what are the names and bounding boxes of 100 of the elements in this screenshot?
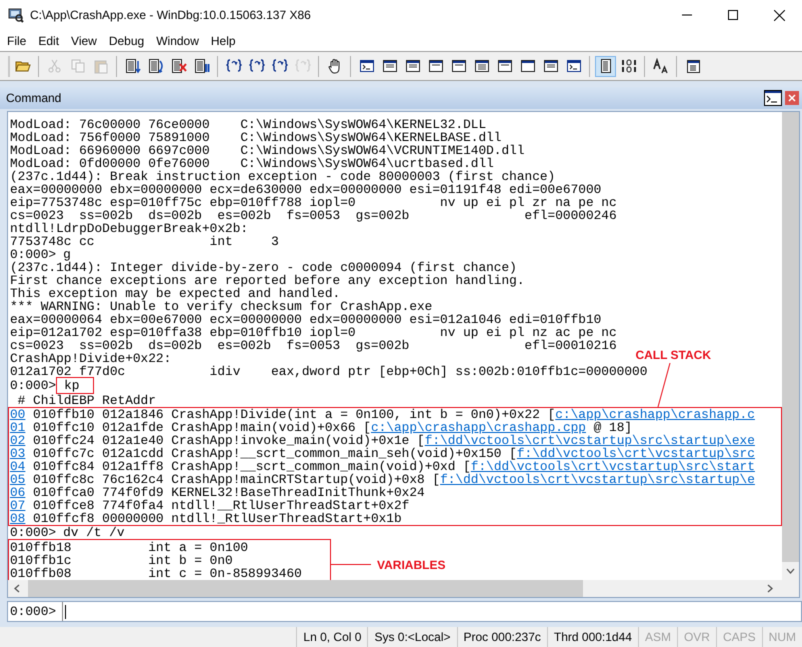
app-icon	[8, 7, 24, 23]
frame-text: 010ffc24 012a1e40 CrashApp!invoke_main(void)+0x1e [	[33, 433, 425, 448]
frame-text: 010ffc84 012a1ff8 CrashApp!__scrt_common_main(void)+0xd [	[33, 459, 471, 474]
pane-title: Command	[6, 91, 62, 105]
output-line: CrashApp!Divide+0x22:	[10, 352, 172, 365]
output-line: First chance exceptions are reported before any exception handling.	[10, 274, 525, 287]
frame-number-link[interactable]: 08	[10, 511, 26, 526]
console-icon[interactable]	[764, 90, 782, 106]
output-line: This exception may be expected and handled.	[10, 287, 340, 300]
source-link[interactable]: f:\dd\vctools\crt\vcstartup\src\startup\e	[440, 472, 755, 487]
close-icon	[774, 10, 784, 20]
window-icon	[474, 58, 490, 74]
window-icon	[542, 58, 558, 74]
toolbar-button[interactable]	[595, 56, 616, 76]
binary-digits-icon	[620, 58, 636, 74]
frame-text: @ 18]	[594, 420, 632, 435]
status-field: OVR	[676, 627, 716, 647]
window-title: C:\App\CrashApp.exe - WinDbg:10.0.15063.137 X86	[30, 8, 311, 22]
source-link[interactable]: f:\dd\vctools\crt\vcstartup\src\startup\exe	[424, 433, 755, 448]
document-arrows-icon	[148, 58, 164, 74]
output-line: 7753748c cc int 3	[10, 235, 279, 248]
status-field: Proc 000:237c	[456, 627, 547, 647]
frame-text: 010ffce8 774f0fa4 ntdll!__RtlUserThreadStart+0x2f	[33, 498, 410, 513]
output-line: ModLoad: 0fd00000 0fe76000 C:\Windows\SysWOW64\ucrtbased.dll	[10, 157, 494, 170]
window-icon	[520, 58, 536, 74]
scissors-icon	[46, 58, 62, 74]
prompt: 0:000>	[10, 247, 56, 262]
frame-text: 010ffb10 012a1846 CrashApp!Divide(int a = 0n100, int b = 0n0)+0x22 [	[33, 407, 556, 422]
variable-line: 010ffb18 int a = 0n100	[10, 541, 248, 554]
command-text: dv /t /v	[62, 525, 126, 540]
variable-line: 010ffb08 int c = 0n-858993460	[10, 567, 302, 580]
maximize-icon	[728, 10, 738, 20]
command-text: kp	[56, 377, 94, 394]
status-field: Sys 0:<Local>	[367, 627, 456, 647]
braces-arrow-icon	[226, 58, 242, 74]
window-icon	[428, 58, 444, 74]
menu-item[interactable]: Debug	[104, 34, 150, 48]
output-line: eip=7753748c esp=010ff75c ebp=010ff788 iopl=0 nv up ei pl zr na pe nc	[10, 196, 617, 209]
window-icon	[404, 58, 420, 74]
window-icon	[382, 58, 398, 74]
menu-item[interactable]: Edit	[33, 34, 64, 48]
copy-icon	[70, 58, 86, 74]
status-field: Ln 0, Col 0	[296, 627, 368, 647]
horizontal-scrollbar[interactable]	[8, 580, 799, 597]
output-line: (237c.1d44): Break instruction exception - code 80000003 (first chance)	[10, 170, 556, 183]
status-field: Thrd 000:1d44	[546, 627, 638, 647]
frame-number-link[interactable]: 04	[10, 459, 26, 474]
output-line: ModLoad: 76c00000 76ce0000 C:\Windows\SysWOW64\KERNEL32.DLL	[10, 118, 486, 131]
menu-item[interactable]: File	[2, 34, 32, 48]
output-line: eax=00000000 ebx=00000000 ecx=de630000 edx=00000000 esi=01191f48 edi=00e67000	[10, 183, 602, 196]
prompt: 0:000>	[10, 525, 56, 540]
output-line: eax=00000064 ebx=00e67000 ecx=00000000 edx=00000000 esi=012a1046 edi=010ffb10	[10, 313, 602, 326]
frame-number-link[interactable]: 06	[10, 485, 26, 500]
window-icon	[450, 58, 466, 74]
prompt: 0:000>	[10, 378, 56, 393]
output-line: # ChildEBP RetAddr	[16, 394, 156, 407]
source-link[interactable]: f:\dd\vctools\crt\vcstartup\src	[516, 446, 755, 461]
console-window-icon	[566, 58, 582, 74]
properties-icon	[684, 58, 700, 74]
output-line: cs=0023 ss=002b ds=002b es=002b fs=0053 gs=002b efl=00010216	[10, 339, 617, 352]
menu-item[interactable]: Window	[151, 34, 204, 48]
output-line: cs=0023 ss=002b ds=002b es=002b fs=0053 gs=002b efl=00000246	[10, 209, 617, 222]
frame-text: 010ffc8c 76c162c4 CrashApp!mainCRTStartup(void)+0x8 [	[33, 472, 440, 487]
status-field: ASM	[638, 627, 677, 647]
braces-arrow-icon	[248, 58, 264, 74]
output-line: *** WARNING: Unable to verify checksum for CrashApp.exe	[10, 300, 432, 313]
font-size-icon	[652, 58, 668, 74]
document-arrow-icon	[124, 58, 140, 74]
frame-number-link[interactable]: 05	[10, 472, 26, 487]
frame-number-link[interactable]: 03	[10, 446, 26, 461]
output-line: (237c.1d44): Integer divide-by-zero - code c0000094 (first chance)	[10, 261, 517, 274]
command-text: g	[63, 247, 71, 262]
menu-item[interactable]: Help	[206, 34, 241, 48]
window-icon	[496, 58, 512, 74]
frame-number-link[interactable]: 01	[10, 420, 26, 435]
output-line: eip=012a1702 esp=010ffa38 ebp=010ffb10 iopl=0 nv up ei pl nz ac pe nc	[10, 326, 617, 339]
frame-number-link[interactable]: 00	[10, 407, 26, 422]
annotation-label: CALL STACK	[635, 348, 711, 362]
braces-arrow-icon	[294, 58, 310, 74]
frame-text: 010ffc10 012a1fde CrashApp!main(void)+0x66 [	[33, 420, 371, 435]
console-window-icon	[358, 58, 374, 74]
frame-text: 010ffcf8 00000000 ntdll!_RtlUserThreadStart+0x1b	[33, 511, 402, 526]
menu-item[interactable]: View	[66, 34, 102, 48]
document-cross-icon	[170, 58, 186, 74]
annotation-label: VARIABLES	[377, 558, 446, 572]
source-link[interactable]: c:\app\crashapp\crashapp.cpp	[370, 420, 586, 435]
output-line: 012a1702 f77d0c idiv eax,dword ptr [ebp+0Ch] ss:002b:010ffb1c=00000000	[10, 365, 648, 378]
source-link[interactable]: c:\app\crashapp\crashapp.c	[555, 407, 755, 422]
output-line: ntdll!LdrpDoDebuggerBreak+0x2b:	[10, 222, 248, 235]
document-bars-icon	[194, 58, 210, 74]
scrollbar-thumb[interactable]	[28, 580, 583, 597]
source-link[interactable]: f:\dd\vctools\crt\vcstartup\src\start	[470, 459, 755, 474]
braces-arrow-icon	[272, 58, 288, 74]
status-field: NUM	[762, 627, 802, 647]
frame-number-link[interactable]: 07	[10, 498, 26, 513]
frame-text: 010ffc7c 012a1cdd CrashApp!__scrt_common_main_seh(void)+0x150 [	[33, 446, 517, 461]
clipboard-icon	[92, 58, 108, 74]
status-field: CAPS	[716, 627, 762, 647]
output-line: ModLoad: 756f0000 75891000 C:\Windows\SysWOW64\KERNELBASE.dll	[10, 131, 502, 144]
frame-number-link[interactable]: 02	[10, 433, 26, 448]
